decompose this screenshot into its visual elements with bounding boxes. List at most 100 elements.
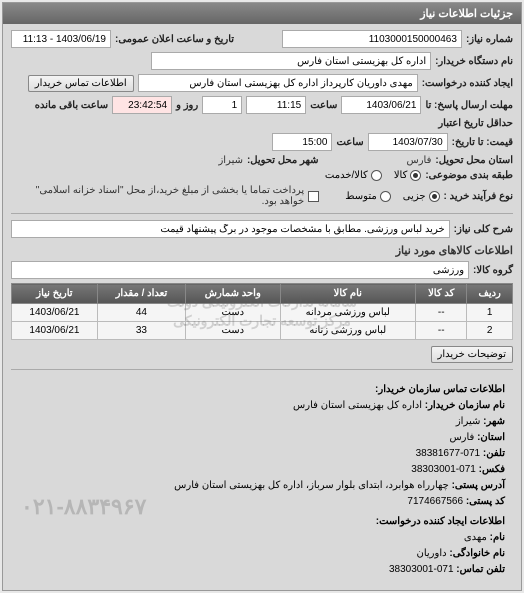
address-label: آدرس پستی: [452,480,505,491]
name-label: نام: [490,532,505,543]
address-value: چهارراه هوابرد، ابتدای بلوار سرباز، ادار… [174,480,449,491]
postal-value: 7174667566 [407,496,463,507]
remain-suffix: ساعت باقی مانده [35,100,108,111]
fax-label: فکس: [479,464,505,475]
price-time-input[interactable] [272,133,332,151]
row-creator: ایجاد کننده درخواست: اطلاعات تماس خریدار [11,74,513,92]
th-date: تاریخ نیاز [12,284,98,304]
payment-note: پرداخت تماما یا بخشی از مبلغ خرید،از محل… [11,185,304,207]
supply-category-radios: کالا کالا/خدمت [325,170,421,181]
contact-section: ۰۲۱-۸۸۳۴۹۶۷ اطلاعات تماس سازمان خریدار: … [11,376,513,584]
radio-dot-checked-icon-2 [429,191,440,202]
org-label: نام سازمان خریدار: [425,400,505,411]
name-value: مهدی [464,532,487,543]
supply-category-label: طبقه بندی موضوعی: [425,170,513,181]
radio-dot-checked-icon [410,170,421,181]
treasury-checkbox[interactable] [308,191,318,202]
radio-goods-service[interactable]: کالا/خدمت [325,170,382,181]
row-price-date: قیمت: تا تاریخ: ساعت [11,133,513,151]
phone-value: 071-38381677 [416,448,481,459]
cell-code: -- [416,304,467,322]
buyer-explain-button[interactable]: توضیحات خریدار [431,346,514,363]
province-label: استان: [477,432,505,443]
row-price-deadline: حداقل تاریخ اعتبار [11,118,513,129]
time-label-2: ساعت [336,137,363,148]
main-panel: جزئیات اطلاعات نیاز شماره نیاز: تاریخ و … [2,2,522,591]
remain-days-input[interactable] [202,96,242,114]
th-name: نام کالا [280,284,416,304]
city-label: شهر: [483,416,505,427]
buyer-contact-button[interactable]: اطلاعات تماس خریدار [28,75,134,92]
family-label: نام خانوادگی: [449,548,505,559]
purchase-type-radios: جزیی متوسط [345,191,439,202]
price-date-input[interactable] [368,133,448,151]
row-purchase-type: نوع فرآیند خرید : جزیی متوسط پرداخت تمام… [11,185,513,207]
family-value: داوریان [417,548,447,559]
row-goods-group: گروه کالا: [11,261,513,279]
cell-code: -- [416,322,467,340]
cell-name: لباس ورزشی مردانه [280,304,416,322]
row-buyer-org: نام دستگاه خریدار: [11,52,513,70]
public-datetime-label: تاریخ و ساعت اعلان عمومی: [115,34,234,45]
delivery-province-label: استان محل تحویل: [435,155,513,166]
creator-input[interactable] [138,74,418,92]
cell-date: 1403/06/21 [12,322,98,340]
fax-value: 071-38303001 [411,464,476,475]
radio-medium[interactable]: متوسط [345,191,390,202]
radio-small[interactable]: جزیی [403,191,440,202]
panel-header: جزئیات اطلاعات نیاز [3,3,521,24]
radio-goods[interactable]: کالا [394,170,422,181]
th-row: ردیف [467,284,513,304]
city-value: شیراز [456,416,481,427]
contact-title: اطلاعات تماس سازمان خریدار: [19,382,505,398]
contact-phone-label: تلفن تماس: [456,564,505,575]
public-datetime-input[interactable] [11,30,111,48]
watermark-phone: ۰۲۱-۸۸۳۴۹۶۷ [21,489,147,524]
table-row: 1 -- لباس ورزشی مردانه دست 44 1403/06/21 [12,304,513,322]
org-value: اداره کل بهزیستی استان فارس [293,400,422,411]
request-number-input[interactable] [282,30,462,48]
cell-unit: دست [186,304,281,322]
request-number-label: شماره نیاز: [466,34,513,45]
goods-table: ردیف کد کالا نام کالا واحد شمارش تعداد /… [11,283,513,340]
general-desc-input[interactable] [11,220,450,238]
radio-dot-icon [371,170,382,181]
least-validity-label: حداقل تاریخ اعتبار [438,118,513,129]
creator-label: ایجاد کننده درخواست: [422,78,513,89]
th-unit: واحد شمارش [186,284,281,304]
general-desc-label: شرح کلی نیاز: [454,224,513,235]
postal-label: کد پستی: [466,496,505,507]
row-supply-category: طبقه بندی موضوعی: کالا کالا/خدمت [11,170,513,181]
th-qty: تعداد / مقدار [97,284,185,304]
goods-info-title: اطلاعات کالاهای مورد نیاز [11,244,513,257]
delivery-city-label: شهر محل تحویل: [247,155,319,166]
delivery-city-value: شیراز [218,155,243,166]
buyer-org-input[interactable] [151,52,431,70]
row-delivery-province: استان محل تحویل: فارس شهر محل تحویل: شیر… [11,155,513,166]
table-wrapper: سامانه تدارکات الکترونیکی دولت مرکز توسع… [11,283,513,340]
table-row: 2 -- لباس ورزشی زنانه دست 33 1403/06/21 [12,322,513,340]
cell-name: لباس ورزشی زنانه [280,322,416,340]
phone-label: تلفن: [483,448,505,459]
cell-unit: دست [186,322,281,340]
remain-time-input[interactable] [112,96,172,114]
response-time-input[interactable] [246,96,306,114]
goods-group-input[interactable] [11,261,469,279]
th-code: کد کالا [416,284,467,304]
row-request-number: شماره نیاز: تاریخ و ساعت اعلان عمومی: [11,30,513,48]
goods-group-label: گروه کالا: [473,265,513,276]
response-deadline-label: مهلت ارسال پاسخ: تا [425,100,513,111]
radio-dot-icon-2 [380,191,391,202]
cell-row: 1 [467,304,513,322]
response-date-input[interactable] [341,96,421,114]
cell-date: 1403/06/21 [12,304,98,322]
radio-small-label: جزیی [403,191,426,202]
row-general-desc: شرح کلی نیاز: [11,220,513,238]
day-label: روز و [176,100,198,111]
time-label-1: ساعت [310,100,337,111]
purchase-type-label: نوع فرآیند خرید : [444,191,513,202]
cell-qty: 44 [97,304,185,322]
radio-medium-label: متوسط [345,191,376,202]
cell-qty: 33 [97,322,185,340]
buyer-org-label: نام دستگاه خریدار: [435,56,513,67]
